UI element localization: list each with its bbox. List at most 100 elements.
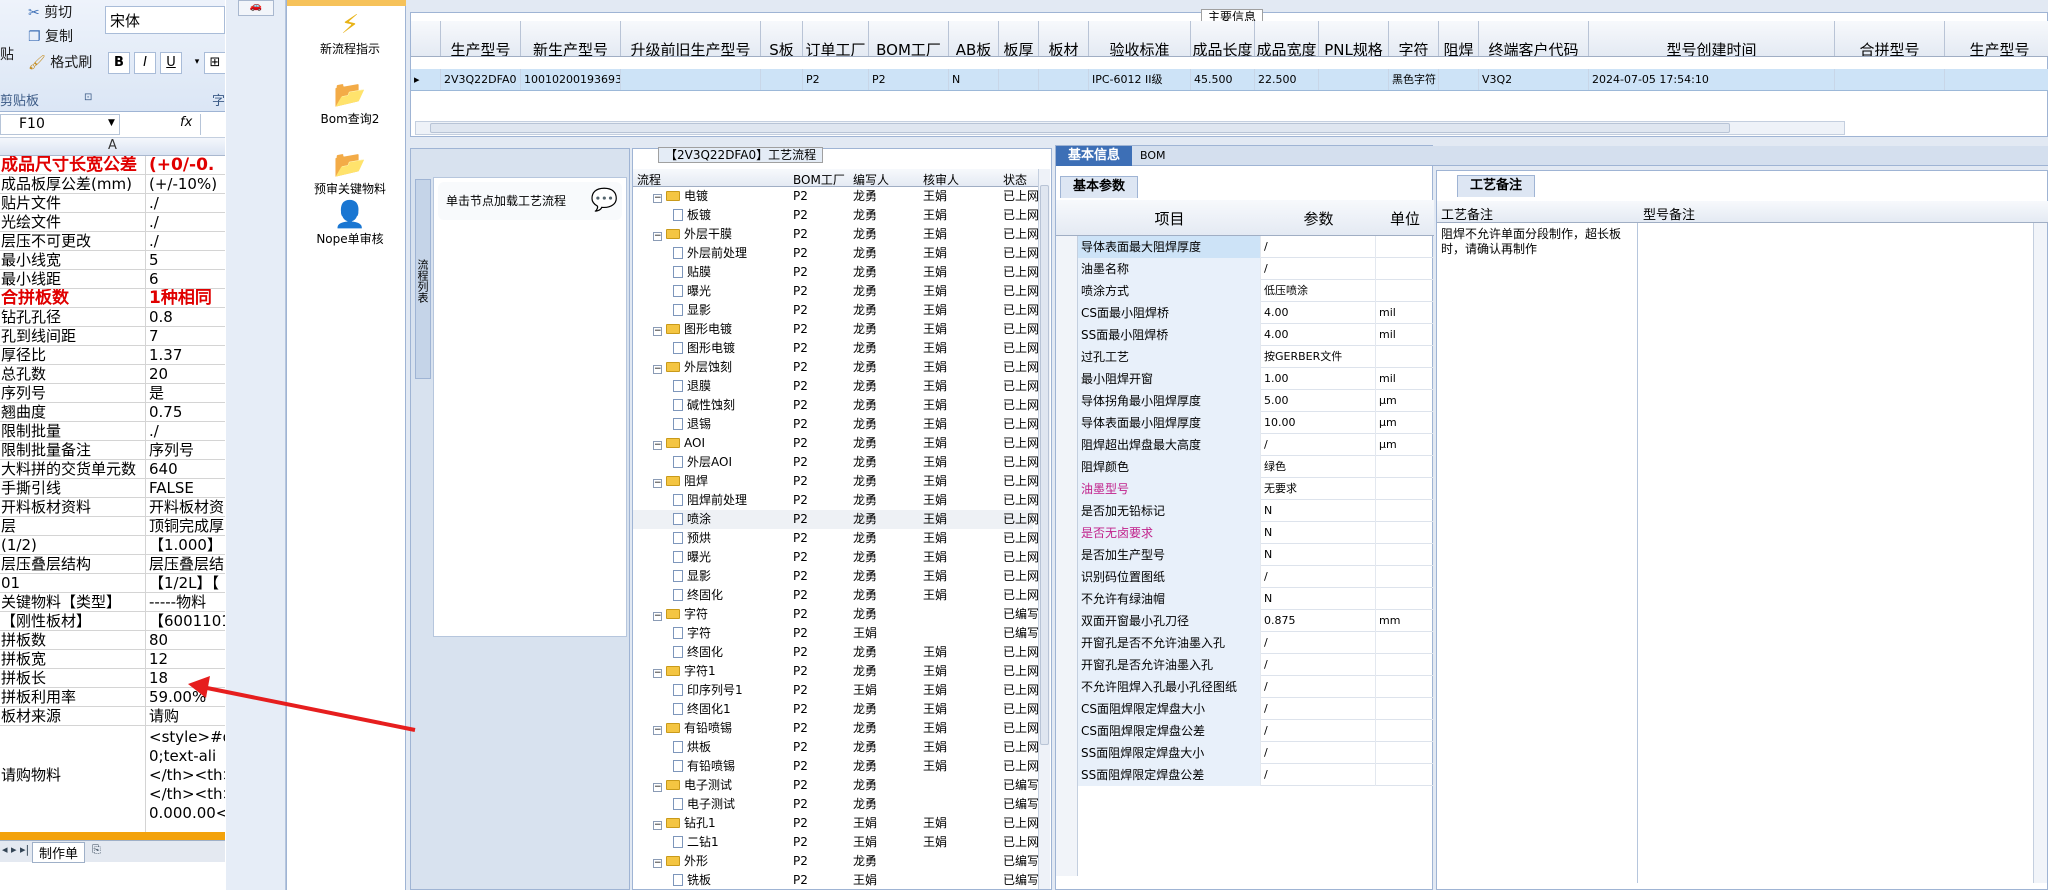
- param-item[interactable]: 双面开窗最小孔刀径: [1078, 610, 1261, 632]
- cell-label[interactable]: 开料板材资料: [0, 498, 146, 516]
- param-value[interactable]: 4.00: [1261, 324, 1376, 346]
- cell-value[interactable]: 1种相同: [147, 289, 225, 307]
- row-selector-icon[interactable]: ▸: [411, 69, 441, 90]
- column-header[interactable]: 成品长度: [1191, 21, 1255, 56]
- params-column-header[interactable]: 单位: [1376, 208, 1434, 229]
- sheet-row[interactable]: 贴片文件 ./: [0, 194, 225, 213]
- tool-2[interactable]: 📂 Bom查询2: [295, 80, 405, 127]
- column-header[interactable]: 成品宽度: [1255, 21, 1319, 56]
- process-tree-row[interactable]: 阻焊前处理 P2 龙勇 王娟 已上网: [633, 491, 1039, 510]
- params-row[interactable]: 油墨名称 /: [1056, 258, 1434, 280]
- process-tree-row[interactable]: 终固化 P2 龙勇 王娟 已上网: [633, 643, 1039, 662]
- cell-value[interactable]: 序列号: [147, 441, 225, 459]
- params-grid[interactable]: 导体表面最大阻焊厚度 / 油墨名称 / 喷涂方式 低压喷涂 CS面最小阻焊桥 4.00 mil S…: [1056, 236, 1434, 876]
- column-header[interactable]: 升级前旧生产型号: [621, 21, 761, 56]
- process-tree-row[interactable]: − 外层蚀刻 P2 龙勇 王娟 已上网: [633, 358, 1039, 377]
- sheet-row[interactable]: 大料拼的交货单元数 640: [0, 460, 225, 479]
- table-cell[interactable]: [1439, 69, 1479, 90]
- column-header[interactable]: 字符: [1389, 21, 1439, 56]
- cell-label[interactable]: 层压叠层结构: [0, 555, 146, 573]
- collapse-icon[interactable]: −: [653, 859, 662, 868]
- cell-label[interactable]: 板材来源: [0, 707, 146, 725]
- process-tree-row[interactable]: 预烘 P2 龙勇 王娟 已上网: [633, 529, 1039, 548]
- tab-bom[interactable]: BOM: [1128, 146, 1178, 166]
- new-sheet-icon[interactable]: ⎘: [92, 843, 101, 857]
- param-item[interactable]: 导体拐角最小阻焊厚度: [1078, 390, 1261, 412]
- params-column-header[interactable]: 项目: [1078, 208, 1261, 229]
- param-item[interactable]: CS面阻焊限定焊盘公差: [1078, 720, 1261, 742]
- param-value[interactable]: 0.875: [1261, 610, 1376, 632]
- param-value[interactable]: N: [1261, 544, 1376, 566]
- sheet-row[interactable]: 拼板长 18: [0, 669, 225, 688]
- param-item[interactable]: 导体表面最小阻焊厚度: [1078, 412, 1261, 434]
- params-row[interactable]: 开窗孔是否不允许油墨入孔 /: [1056, 632, 1434, 654]
- vertical-scrollbar[interactable]: [2033, 223, 2047, 883]
- process-column-header[interactable]: BOM工厂: [793, 171, 845, 188]
- cell-label[interactable]: 【刚性板材】: [0, 612, 146, 630]
- cell-label[interactable]: 手撕引线: [0, 479, 146, 497]
- process-tree-row[interactable]: 终固化 P2 龙勇 王娟 已上网: [633, 586, 1039, 605]
- sheet-row[interactable]: 最小线距 6: [0, 270, 225, 289]
- table-cell[interactable]: [1945, 69, 2048, 90]
- cut-button[interactable]: ✂ 剪切: [28, 2, 72, 22]
- cell-value[interactable]: 1.37: [147, 346, 225, 364]
- cell-value[interactable]: <style>#q: 0;text-ali </th><th> </th><th…: [147, 726, 225, 833]
- param-value[interactable]: /: [1261, 676, 1376, 698]
- column-header[interactable]: 验收标准: [1089, 21, 1191, 56]
- cell-value[interactable]: 层压叠层结: [147, 555, 225, 573]
- param-item[interactable]: SS面最小阻焊桥: [1078, 324, 1261, 346]
- column-header[interactable]: 板材: [1039, 21, 1089, 56]
- cell-label[interactable]: 序列号: [0, 384, 146, 402]
- sheet-tab[interactable]: 制作单: [32, 842, 86, 863]
- param-value[interactable]: N: [1261, 500, 1376, 522]
- cell-label[interactable]: 孔到线间距: [0, 327, 146, 345]
- cell-label[interactable]: 成品板厚公差(mm): [0, 175, 146, 193]
- model-note-text[interactable]: [1641, 227, 2031, 867]
- sheet-row[interactable]: 层压不可更改 ./: [0, 232, 225, 251]
- tool-3[interactable]: 📂 预审关键物料: [295, 150, 405, 197]
- params-row[interactable]: 油墨型号 无要求: [1056, 478, 1434, 500]
- collapse-icon[interactable]: −: [653, 726, 662, 735]
- param-value[interactable]: /: [1261, 654, 1376, 676]
- param-item[interactable]: 开窗孔是否允许油墨入孔: [1078, 654, 1261, 676]
- sheet-row[interactable]: 拼板宽 12: [0, 650, 225, 669]
- params-row[interactable]: SS面阻焊限定焊盘大小 /: [1056, 742, 1434, 764]
- cell-label[interactable]: 成品尺寸长宽公差: [0, 156, 146, 174]
- sheet-row[interactable]: 成品板厚公差(mm) (+/-10%): [0, 175, 225, 194]
- process-tree-row[interactable]: 印序列号1 P2 王娟 王娟 已上网: [633, 681, 1039, 700]
- params-row[interactable]: 识别码位置图纸 /: [1056, 566, 1434, 588]
- scrollbar-thumb[interactable]: [1040, 185, 1049, 745]
- process-tree-row[interactable]: 碱性蚀刻 P2 龙勇 王娟 已上网: [633, 396, 1039, 415]
- params-row[interactable]: 不允许阻焊入孔最小孔径图纸 /: [1056, 676, 1434, 698]
- param-value[interactable]: /: [1261, 632, 1376, 654]
- params-row[interactable]: 过孔工艺 按GERBER文件: [1056, 346, 1434, 368]
- process-tree-row[interactable]: 外层前处理 P2 龙勇 王娟 已上网: [633, 244, 1039, 263]
- sheet-row[interactable]: 【刚性板材】 【6001101: [0, 612, 225, 631]
- table-cell[interactable]: [1039, 69, 1089, 90]
- sheet-grid[interactable]: 成品尺寸长宽公差 (+0/-0. 成品板厚公差(mm) (+/-10%) 贴片文件 ./光…: [0, 156, 225, 846]
- collapse-icon[interactable]: −: [653, 669, 662, 678]
- sheet-row[interactable]: 合拼板数 1种相同: [0, 289, 225, 308]
- process-tree-row[interactable]: 显影 P2 龙勇 王娟 已上网: [633, 301, 1039, 320]
- process-tree-row[interactable]: − 有铅喷锡 P2 龙勇 王娟 已上网: [633, 719, 1039, 738]
- column-header[interactable]: S板: [761, 21, 803, 56]
- process-tree-row[interactable]: 字符 P2 王娟 已编写: [633, 624, 1039, 643]
- process-tree-row[interactable]: − AOI P2 龙勇 王娟 已上网: [633, 434, 1039, 453]
- param-item[interactable]: 是否无卤要求: [1078, 522, 1261, 544]
- param-item[interactable]: 阻焊超出焊盘最大高度: [1078, 434, 1261, 456]
- param-value[interactable]: 10.00: [1261, 412, 1376, 434]
- params-column-header[interactable]: 参数: [1261, 208, 1376, 229]
- cell-value[interactable]: 80: [147, 631, 225, 649]
- sheet-row[interactable]: 拼板数 80: [0, 631, 225, 650]
- cell-label[interactable]: 层压不可更改: [0, 232, 146, 250]
- sheet-row[interactable]: 请购物料<style>#q: 0;text-ali </th><th> </th…: [0, 726, 225, 834]
- cell-label[interactable]: 01: [0, 574, 146, 592]
- cell-label[interactable]: (1/2): [0, 536, 146, 554]
- sheet-row[interactable]: 最小线宽 5: [0, 251, 225, 270]
- cell-label[interactable]: 总孔数: [0, 365, 146, 383]
- param-value[interactable]: 无要求: [1261, 478, 1376, 500]
- tool-4[interactable]: 👤 Nope单审核: [295, 200, 405, 247]
- params-row[interactable]: 喷涂方式 低压喷涂: [1056, 280, 1434, 302]
- param-item[interactable]: 是否加无铅标记: [1078, 500, 1261, 522]
- cell-label[interactable]: 贴片文件: [0, 194, 146, 212]
